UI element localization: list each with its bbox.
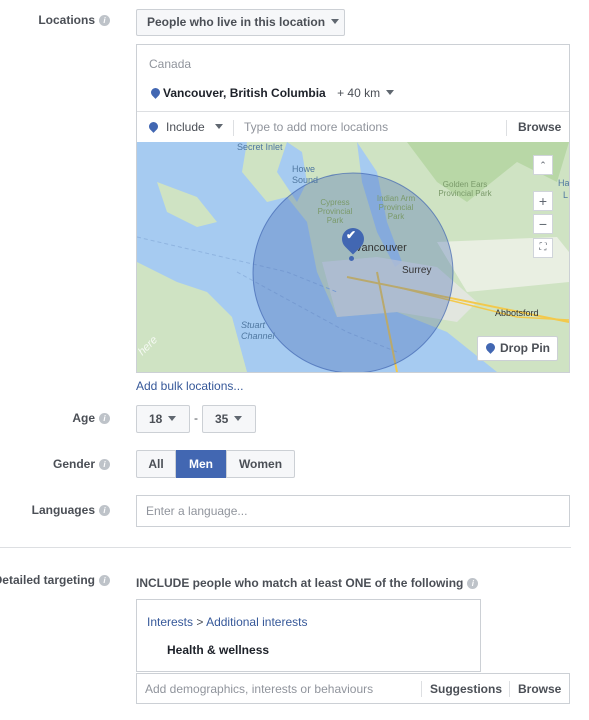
map-label: Indian Arm Provincial Park <box>376 194 416 221</box>
map-label: L <box>563 190 569 200</box>
info-icon[interactable]: i <box>99 505 110 516</box>
breadcrumb-separator: > <box>196 615 204 629</box>
location-name: Vancouver, British Columbia <box>163 86 326 100</box>
info-icon[interactable]: i <box>99 459 110 470</box>
drop-pin-label: Drop Pin <box>500 341 550 355</box>
suggestions-button[interactable]: Suggestions <box>430 682 502 696</box>
divider <box>506 120 507 136</box>
languages-label-text: Languages <box>31 503 95 517</box>
location-search-row: Include Type to add more locations Brows… <box>137 111 569 143</box>
map-label: Abbotsford <box>495 308 539 318</box>
location-type-text: People who live in this location <box>147 15 326 29</box>
location-pin-icon <box>149 86 162 99</box>
age-label-text: Age <box>72 411 95 425</box>
locations-label: Locations i <box>38 13 110 27</box>
gender-all-button[interactable]: All <box>136 450 176 478</box>
location-pin-icon <box>147 120 160 133</box>
selected-interest-item[interactable]: Health & wellness <box>167 643 269 657</box>
gender-label-text: Gender <box>52 457 95 471</box>
chevron-down-icon <box>234 416 243 421</box>
locations-label-text: Locations <box>38 13 95 27</box>
language-input[interactable]: Enter a language... <box>136 495 570 527</box>
targeting-search-row: Add demographics, interests or behaviour… <box>136 673 570 704</box>
targeting-search-input[interactable]: Add demographics, interests or behaviour… <box>145 682 373 696</box>
divider <box>233 120 234 136</box>
info-icon[interactable]: i <box>99 575 110 586</box>
info-icon[interactable]: i <box>99 15 110 26</box>
browse-locations-button[interactable]: Browse <box>518 120 561 134</box>
description-text: INCLUDE people who match at least ONE of… <box>136 576 464 590</box>
chevron-down-icon <box>214 124 223 129</box>
gender-label: Gender i <box>53 457 110 471</box>
languages-label: Languages i <box>32 503 110 517</box>
chevron-down-icon <box>386 90 395 95</box>
selected-location[interactable]: Vancouver, British Columbia + 40 km <box>149 86 395 100</box>
selected-targeting-box: Interests > Additional interests Health … <box>136 599 481 672</box>
location-panel: Canada Vancouver, British Columbia + 40 … <box>136 44 570 373</box>
breadcrumb-interests-link[interactable]: Interests <box>147 615 193 629</box>
chevron-down-icon <box>331 19 340 24</box>
gender-men-button[interactable]: Men <box>176 450 226 478</box>
map-label: Surrey <box>402 265 432 276</box>
location-pin-icon <box>484 341 497 354</box>
radius-dropdown[interactable]: + 40 km <box>337 86 380 100</box>
age-min-value: 18 <box>149 412 163 426</box>
country-label: Canada <box>149 57 192 71</box>
include-label: Include <box>166 120 205 134</box>
divider <box>421 681 422 697</box>
map-label: Stuart Channel <box>241 320 275 341</box>
check-icon: ✔ <box>346 228 357 242</box>
age-max-value: 35 <box>215 412 229 426</box>
map-label: Cypress Provincial Park <box>317 198 353 225</box>
add-bulk-locations-link[interactable]: Add bulk locations... <box>136 379 243 393</box>
map-label: Ha <box>558 178 569 188</box>
age-label: Age i <box>72 411 110 425</box>
section-divider <box>0 547 571 548</box>
zoom-out-button[interactable]: − <box>533 214 553 234</box>
age-max-dropdown[interactable]: 35 <box>202 405 256 433</box>
location-dot <box>349 256 354 261</box>
include-dropdown[interactable]: Include <box>147 120 223 134</box>
drop-pin-button[interactable]: Drop Pin <box>477 336 558 361</box>
location-map[interactable]: Secret Inlet Howe Sound Cypress Provinci… <box>137 142 569 372</box>
map-label: Howe Sound <box>292 164 319 185</box>
map-label: Secret Inlet <box>237 142 283 152</box>
map-label: Golden Ears Provincial Park <box>438 180 492 198</box>
chevron-up-icon[interactable]: ⌃ <box>533 155 553 175</box>
gender-women-button[interactable]: Women <box>226 450 295 478</box>
info-icon[interactable]: i <box>99 413 110 424</box>
age-separator: - <box>194 411 198 425</box>
breadcrumb-additional-interests-link[interactable]: Additional interests <box>206 615 307 629</box>
location-type-dropdown[interactable]: People who live in this location <box>136 9 345 36</box>
location-search-input[interactable]: Type to add more locations <box>244 120 388 134</box>
info-icon[interactable]: i <box>467 578 479 589</box>
chevron-down-icon <box>168 416 177 421</box>
detailed-targeting-label: Detailed targeting i <box>0 573 110 587</box>
zoom-in-button[interactable]: + <box>533 191 553 211</box>
detailed-targeting-label-text: Detailed targeting <box>0 573 95 587</box>
divider <box>509 681 510 697</box>
browse-targeting-button[interactable]: Browse <box>518 682 561 696</box>
detailed-targeting-description: INCLUDE people who match at least ONE of… <box>136 576 479 590</box>
recenter-icon[interactable]: ⛶ <box>533 238 553 258</box>
age-min-dropdown[interactable]: 18 <box>136 405 190 433</box>
targeting-breadcrumb: Interests > Additional interests <box>147 615 307 629</box>
